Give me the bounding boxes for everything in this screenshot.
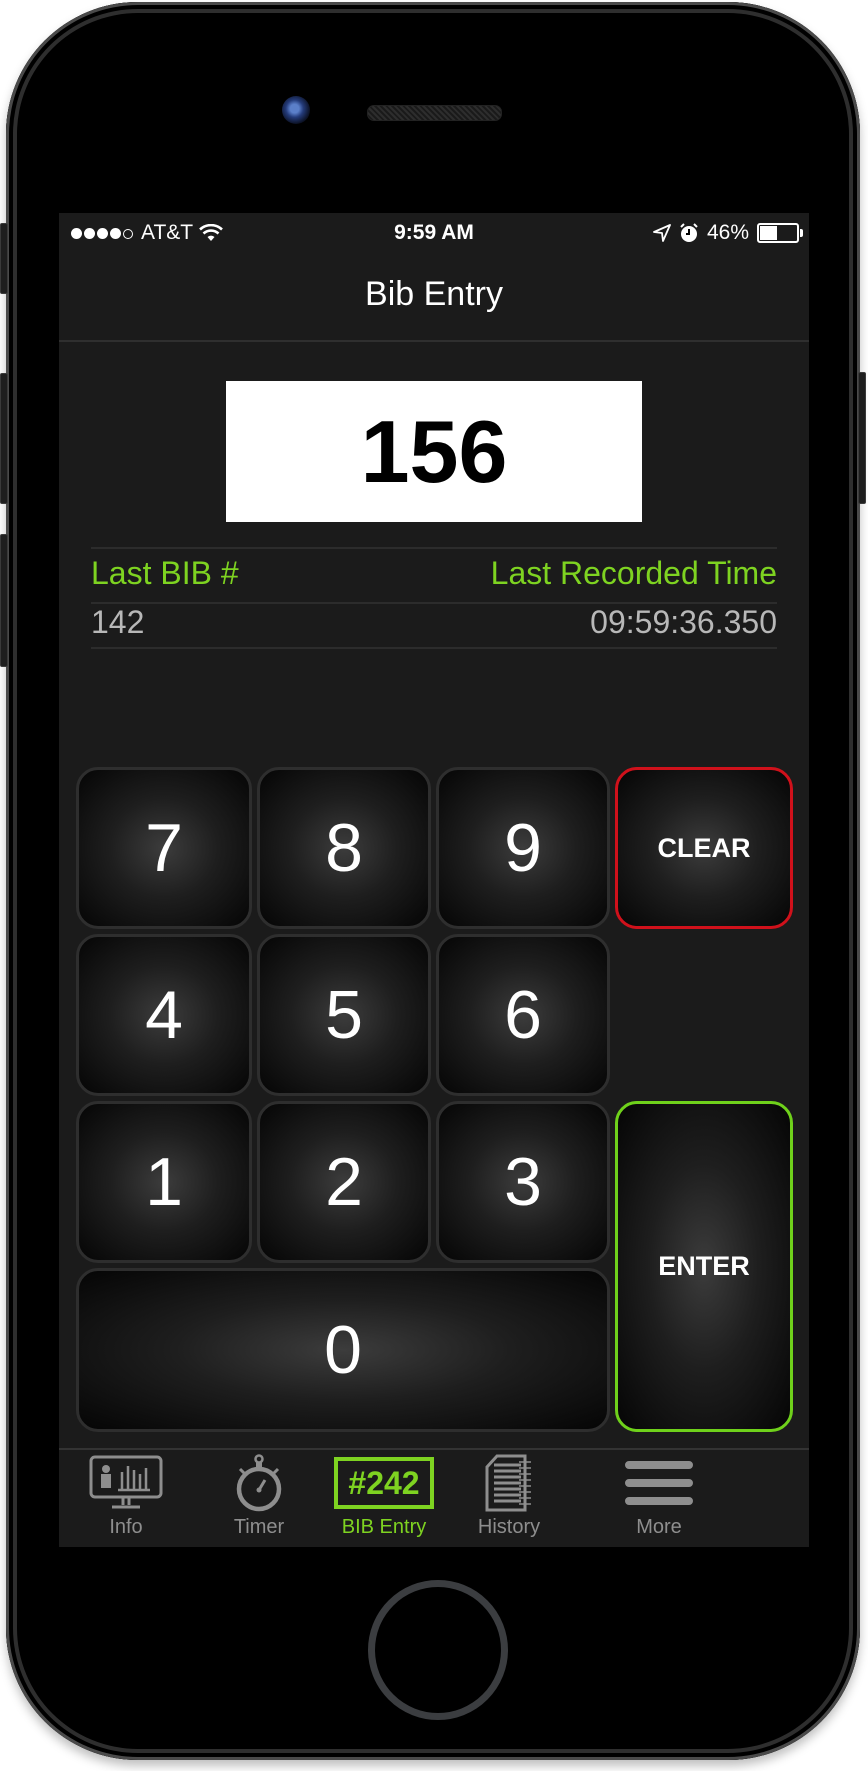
app-screen: AT&T 9:59 AM 46% Bib Entry 156 Last BIB …	[59, 213, 809, 1547]
nav-divider	[59, 340, 809, 342]
monitor-chart-icon	[89, 1455, 163, 1509]
key-9[interactable]: 9	[436, 767, 610, 929]
enter-button[interactable]: ENTER	[615, 1101, 793, 1432]
key-6[interactable]: 6	[436, 934, 610, 1096]
last-time-value: 09:59:36.350	[590, 604, 777, 640]
tab-more[interactable]: More	[584, 1450, 734, 1547]
tab-label: BIB Entry	[341, 1516, 427, 1538]
volume-down-button	[0, 534, 8, 667]
last-bib-label: Last BIB #	[91, 555, 239, 591]
key-2[interactable]: 2	[257, 1101, 431, 1263]
battery-percent: 46%	[706, 221, 749, 244]
key-7[interactable]: 7	[76, 767, 252, 929]
front-camera	[282, 96, 310, 124]
tab-history[interactable]: History	[434, 1450, 584, 1547]
key-8[interactable]: 8	[257, 767, 431, 929]
stopwatch-icon	[236, 1454, 282, 1512]
mute-switch	[0, 223, 8, 294]
alarm-clock-icon	[680, 223, 698, 242]
key-5[interactable]: 5	[257, 934, 431, 1096]
last-bib-value: 142	[91, 604, 145, 640]
power-button	[858, 372, 866, 504]
location-arrow-icon	[653, 224, 671, 242]
battery-icon	[757, 223, 803, 243]
key-1[interactable]: 1	[76, 1101, 252, 1263]
hamburger-menu-icon	[625, 1461, 693, 1505]
bib-badge-icon: #242	[334, 1457, 434, 1509]
notebook-icon	[485, 1454, 531, 1512]
key-3[interactable]: 3	[436, 1101, 610, 1263]
tab-bar: Info Timer #242 BIB Entry History More	[59, 1448, 809, 1547]
tab-label: More	[636, 1516, 682, 1538]
key-4[interactable]: 4	[76, 934, 252, 1096]
status-bar: AT&T 9:59 AM 46%	[59, 213, 809, 253]
divider	[91, 647, 777, 649]
bib-number-display: 156	[226, 381, 642, 522]
home-button[interactable]	[368, 1580, 508, 1720]
tab-label: History	[477, 1516, 541, 1538]
tab-label: Timer	[233, 1516, 285, 1538]
clear-button[interactable]: CLEAR	[615, 767, 793, 929]
earpiece-speaker	[367, 105, 502, 121]
divider	[91, 547, 777, 549]
last-time-label: Last Recorded Time	[490, 555, 777, 591]
key-0[interactable]: 0	[76, 1268, 610, 1432]
page-title: Bib Entry	[365, 275, 503, 313]
tab-label: Info	[109, 1516, 143, 1538]
volume-up-button	[0, 373, 8, 504]
tab-info[interactable]: Info	[59, 1450, 201, 1547]
